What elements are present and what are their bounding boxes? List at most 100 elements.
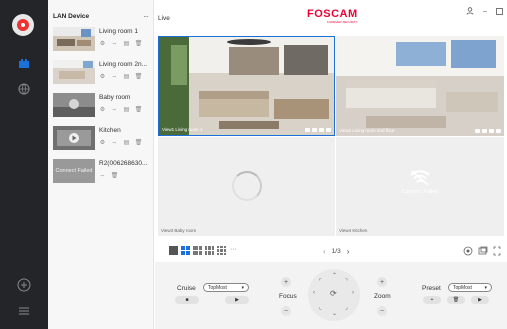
maximize-button[interactable] xyxy=(494,6,504,16)
chevron-down-icon: ▾ xyxy=(484,284,487,291)
connect-failed-text: Connect Failed xyxy=(401,189,439,195)
layout-8-icon[interactable] xyxy=(205,246,214,255)
user-icon[interactable] xyxy=(465,6,475,16)
device-item[interactable]: Living room 2n... ⚙ ⇔ ▤ 🗑 xyxy=(53,60,151,92)
cruise-start-button[interactable]: ▶ xyxy=(225,296,249,304)
main-area: Live FOSCAM FOREVER SECURITY – View1 Liv… xyxy=(155,0,507,329)
preset-label: Preset xyxy=(422,285,441,292)
link-icon[interactable]: ⇔ xyxy=(99,172,106,179)
live-label: Live xyxy=(158,15,170,22)
file-icon[interactable]: ▤ xyxy=(123,40,130,47)
pan-down-icon[interactable]: ⌄ xyxy=(332,310,337,317)
view-tools xyxy=(475,129,501,133)
device-thumbnail xyxy=(53,60,95,84)
pager: ‹ 1/3 › xyxy=(323,247,349,256)
menu-icon[interactable] xyxy=(16,303,32,319)
record-icon[interactable] xyxy=(305,128,310,132)
layout-4-icon[interactable] xyxy=(181,246,190,255)
fullscreen-icon[interactable] xyxy=(492,246,502,256)
link-icon[interactable]: ⇔ xyxy=(111,40,118,47)
cruise-stop-button[interactable]: ■ xyxy=(175,296,199,304)
device-name: Living room 1 xyxy=(99,28,139,35)
delete-icon[interactable]: 🗑 xyxy=(135,106,143,113)
pan-up-right-icon[interactable]: ⌝ xyxy=(345,278,348,285)
zoom-in-button[interactable]: + xyxy=(377,277,387,287)
pan-left-icon[interactable]: ‹ xyxy=(313,290,315,296)
device-actions: ⚙ ⇔ ▤ 🗑 xyxy=(99,40,143,48)
preset-select[interactable]: TopMost ▾ xyxy=(448,283,492,292)
window-icon[interactable] xyxy=(478,246,488,256)
settings-icon[interactable]: ⚙ xyxy=(99,139,106,146)
ptz-control-panel: Cruise TopMost ▾ ■ ▶ + Focus − ⌃ ⌄ ‹ › ⌜… xyxy=(155,262,507,329)
talk-icon[interactable] xyxy=(496,129,501,133)
video-view-1[interactable]: View1 Living room 1 xyxy=(158,36,335,136)
device-list-title: LAN Device xyxy=(53,12,90,20)
pan-up-left-icon[interactable]: ⌜ xyxy=(319,278,322,285)
device-item[interactable]: Baby room ⚙ ⇔ ▤ 🗑 xyxy=(53,93,151,125)
device-item[interactable]: Kitchen ⚙ ⇔ ▤ 🗑 xyxy=(53,126,151,158)
device-actions: ⚙ ⇔ ▤ 🗑 xyxy=(99,139,143,147)
avatar[interactable] xyxy=(12,14,34,36)
link-icon[interactable]: ⇔ xyxy=(111,73,118,80)
snapshot-icon[interactable] xyxy=(312,128,317,132)
ptz-icon[interactable] xyxy=(463,246,473,256)
wifi-off-icon xyxy=(410,170,430,186)
talk-icon[interactable] xyxy=(326,128,331,132)
more-layouts-button[interactable]: ··· xyxy=(230,246,237,253)
brand-logo: FOSCAM FOREVER SECURITY xyxy=(307,8,358,24)
video-view-4[interactable]: Connect Failed View4 Kitchen xyxy=(336,137,504,236)
pan-up-icon[interactable]: ⌃ xyxy=(332,272,337,279)
device-item[interactable]: Living room 1 ⚙ ⇔ ▤ 🗑 xyxy=(53,27,151,59)
layout-9-icon[interactable] xyxy=(217,246,226,255)
audio-icon[interactable] xyxy=(319,128,324,132)
device-thumbnail xyxy=(53,27,95,51)
view-label: View2 Living room 2nd floor xyxy=(339,128,395,133)
more-options-button[interactable]: ··· xyxy=(143,12,149,21)
pan-down-left-icon[interactable]: ⌞ xyxy=(319,304,322,311)
delete-icon[interactable]: 🗑 xyxy=(111,172,119,179)
link-icon[interactable]: ⇔ xyxy=(111,106,118,113)
layout-6-icon[interactable] xyxy=(193,246,202,255)
snapshot-icon[interactable] xyxy=(482,129,487,133)
settings-icon[interactable]: ⚙ xyxy=(99,106,106,113)
file-icon[interactable]: ▤ xyxy=(123,139,130,146)
link-icon[interactable]: ⇔ xyxy=(111,139,118,146)
layout-toolbar: ··· ‹ 1/3 › xyxy=(158,244,504,258)
add-preset-button[interactable]: + xyxy=(423,296,441,304)
view-tools xyxy=(305,128,331,132)
zoom-out-button[interactable]: − xyxy=(377,306,387,316)
globe-icon[interactable] xyxy=(17,82,31,96)
settings-icon[interactable]: ⚙ xyxy=(99,40,106,47)
lan-device-icon[interactable] xyxy=(17,56,31,70)
delete-icon[interactable]: 🗑 xyxy=(135,40,143,47)
device-actions: ⚙ ⇔ ▤ 🗑 xyxy=(99,106,143,114)
device-list-header: LAN Device ··· xyxy=(53,10,149,22)
settings-icon[interactable]: ⚙ xyxy=(99,73,106,80)
ptz-joystick[interactable]: ⌃ ⌄ ‹ › ⌜ ⌝ ⌞ ⌟ ⟳ xyxy=(308,269,360,321)
file-icon[interactable]: ▤ xyxy=(123,73,130,80)
reset-icon[interactable]: ⟳ xyxy=(330,289,337,298)
cruise-select[interactable]: TopMost ▾ xyxy=(203,283,249,292)
next-page-button[interactable]: › xyxy=(347,247,350,256)
video-view-3[interactable]: View3 Baby room xyxy=(158,137,335,236)
focus-in-button[interactable]: + xyxy=(281,277,291,287)
focus-out-button[interactable]: − xyxy=(281,306,291,316)
device-thumbnail xyxy=(53,93,95,117)
file-icon[interactable]: ▤ xyxy=(123,106,130,113)
delete-icon[interactable]: 🗑 xyxy=(135,73,143,80)
record-icon[interactable] xyxy=(475,129,480,133)
delete-preset-button[interactable]: 🗑 xyxy=(447,296,465,304)
audio-icon[interactable] xyxy=(489,129,494,133)
prev-page-button[interactable]: ‹ xyxy=(323,247,326,256)
pan-down-right-icon[interactable]: ⌟ xyxy=(345,304,348,311)
device-item[interactable]: Connect Failed R2(006268630... ⇔ 🗑 xyxy=(53,159,151,191)
delete-icon[interactable]: 🗑 xyxy=(135,139,143,146)
minimize-button[interactable]: – xyxy=(480,6,490,16)
layout-1-icon[interactable] xyxy=(169,246,178,255)
go-preset-button[interactable]: ▶ xyxy=(471,296,489,304)
logo-text: FOSCAM xyxy=(307,8,358,20)
add-icon[interactable] xyxy=(16,277,32,293)
cruise-label: Cruise xyxy=(177,285,196,292)
pan-right-icon[interactable]: › xyxy=(352,290,354,296)
video-view-2[interactable]: View2 Living room 2nd floor xyxy=(336,36,504,136)
